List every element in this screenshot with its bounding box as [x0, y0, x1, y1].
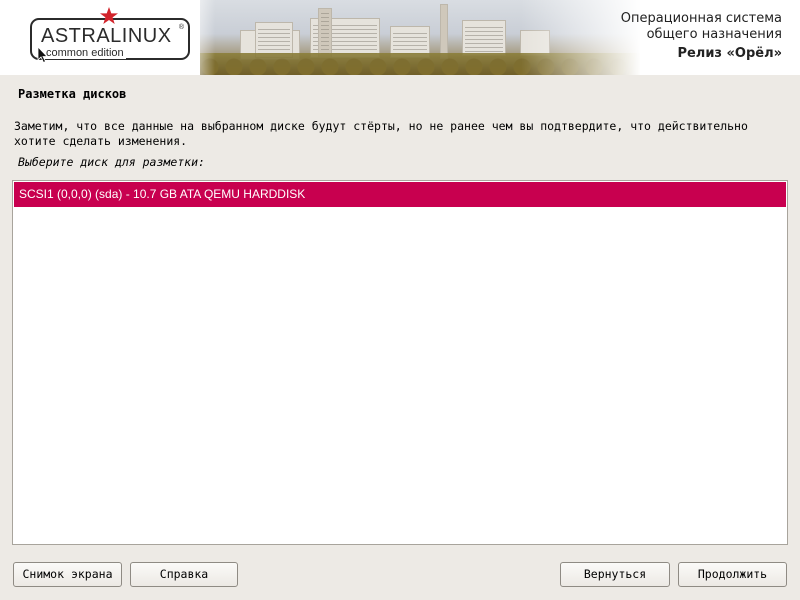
- disk-select-prompt: Выберите диск для разметки:: [18, 155, 205, 169]
- os-title-line1: Операционная система: [620, 11, 782, 26]
- back-button[interactable]: Вернуться: [560, 562, 670, 587]
- header-banner: ASTRALINUX ® common edition Операционная…: [0, 0, 800, 75]
- screenshot-button[interactable]: Снимок экрана: [13, 562, 122, 587]
- mouse-cursor-icon: [37, 46, 48, 64]
- os-title-line2: общего назначения: [646, 27, 782, 42]
- continue-button[interactable]: Продолжить: [678, 562, 787, 587]
- city-panorama-image: [200, 0, 641, 75]
- red-star-icon: [100, 7, 118, 24]
- page-title: Разметка дисков: [18, 87, 127, 101]
- warning-description: Заметим, что все данные на выбранном дис…: [14, 119, 748, 148]
- disk-list[interactable]: SCSI1 (0,0,0) (sda) - 10.7 GB ATA QEMU H…: [12, 180, 788, 545]
- logo-subtitle: common edition: [44, 47, 126, 59]
- logo-text: ASTRALINUX: [41, 25, 172, 47]
- disk-item-sda[interactable]: SCSI1 (0,0,0) (sda) - 10.7 GB ATA QEMU H…: [14, 182, 786, 207]
- logo-area: ASTRALINUX ® common edition: [0, 0, 215, 75]
- release-name: Релиз «Орёл»: [677, 46, 782, 61]
- os-title: Операционная система общего назначения Р…: [621, 11, 782, 64]
- help-button[interactable]: Справка: [130, 562, 238, 587]
- logo-registered-mark: ®: [178, 24, 184, 31]
